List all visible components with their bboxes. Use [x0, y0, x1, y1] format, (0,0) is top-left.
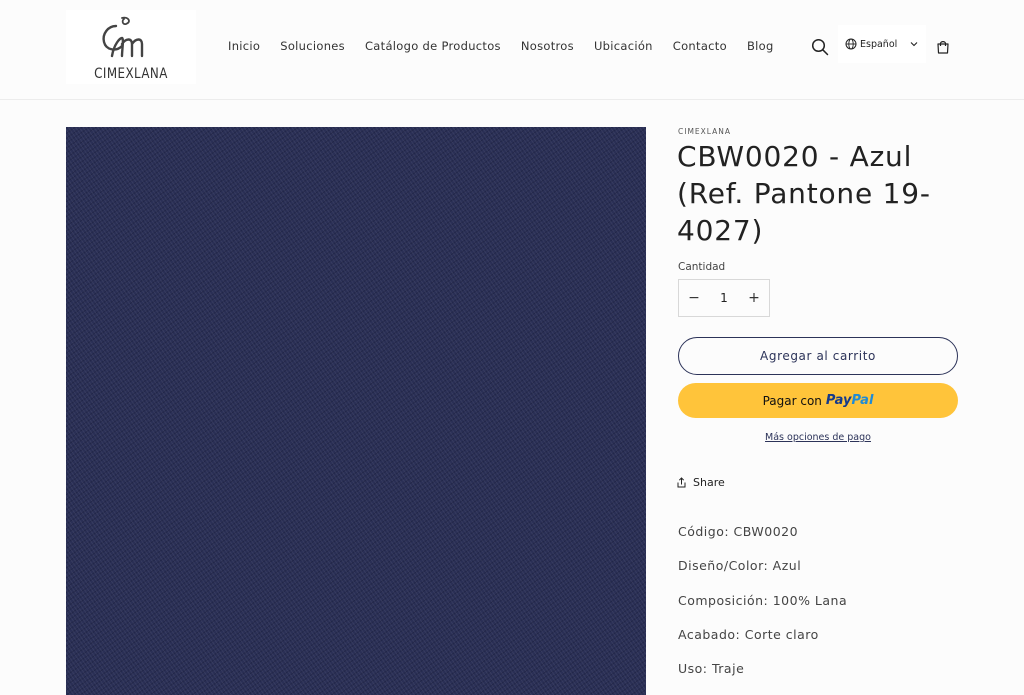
nav-item-soluciones[interactable]: Soluciones [280, 39, 345, 53]
paypal-logo-pay: Pay [825, 393, 852, 408]
cart-icon[interactable] [935, 39, 951, 55]
site-header: CIMEXLANA Inicio Soluciones Catálogo de … [0, 0, 1024, 100]
more-payment-options-link[interactable]: Más opciones de pago [678, 432, 958, 443]
product-image[interactable] [66, 127, 646, 695]
share-icon [677, 477, 686, 488]
quantity-increase-button[interactable]: + [739, 279, 769, 317]
nav-item-catalogo[interactable]: Catálogo de Productos [365, 39, 501, 53]
product-details: Código: CBW0020 Diseño/Color: Azul Compo… [678, 524, 847, 695]
main-nav: Inicio Soluciones Catálogo de Productos … [228, 39, 794, 53]
search-icon[interactable] [811, 38, 829, 56]
nav-item-inicio[interactable]: Inicio [228, 39, 260, 53]
nav-item-blog[interactable]: Blog [747, 39, 774, 53]
quantity-stepper: − 1 + [678, 279, 770, 317]
paypal-logo-pal: Pal [851, 393, 874, 408]
chevron-down-icon [910, 42, 918, 47]
quantity-input[interactable]: 1 [709, 291, 739, 305]
quantity-decrease-button[interactable]: − [679, 279, 709, 317]
quantity-label: Cantidad [678, 261, 726, 273]
product-vendor: CIMEXLANA [678, 127, 732, 136]
logo-mark-icon [102, 16, 144, 58]
language-label: Español [860, 38, 898, 50]
detail-codigo: Código: CBW0020 [678, 524, 799, 539]
detail-diseno-color: Diseño/Color: Azul [678, 558, 802, 574]
logo[interactable]: CIMEXLANA [66, 10, 196, 84]
detail-composicion: Composición: 100% Lana [678, 592, 848, 608]
detail-uso: Uso: Traje [678, 661, 745, 677]
logo-text: CIMEXLANA [94, 66, 168, 82]
nav-item-ubicacion[interactable]: Ubicación [594, 39, 653, 53]
paypal-prefix: Pagar con [762, 393, 822, 408]
nav-item-contacto[interactable]: Contacto [673, 39, 727, 53]
share-button[interactable]: Share [676, 476, 725, 489]
paypal-button[interactable]: Pagar con PayPal [678, 383, 958, 418]
language-selector[interactable]: Español [838, 25, 926, 63]
add-to-cart-button[interactable]: Agregar al carrito [678, 337, 958, 375]
globe-icon [845, 38, 857, 50]
nav-item-nosotros[interactable]: Nosotros [521, 39, 574, 53]
product-title: CBW0020 - Azul (Ref. Pantone 19-4027) [677, 140, 931, 247]
share-label: Share [693, 476, 725, 489]
paypal-logo: PayPal [826, 393, 873, 408]
detail-acabado: Acabado: Corte claro [678, 626, 819, 642]
